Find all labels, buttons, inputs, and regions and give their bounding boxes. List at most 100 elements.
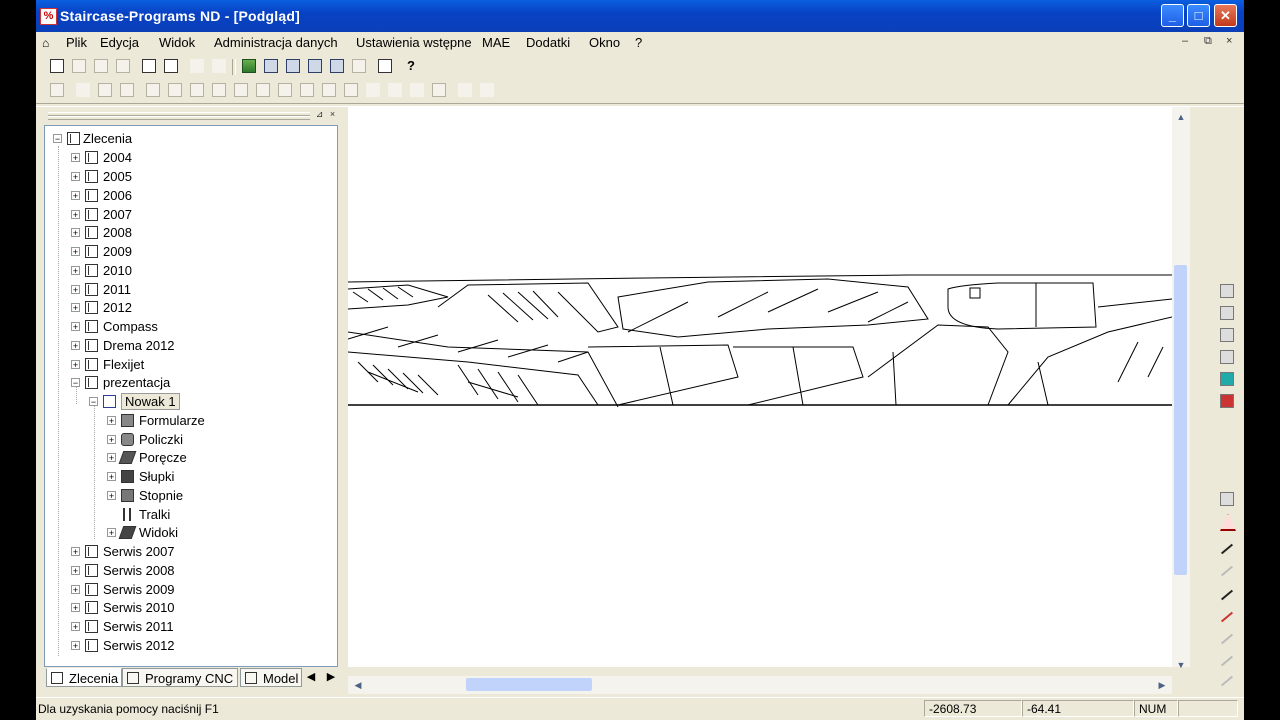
mdi-minimize-button[interactable]: –: [1182, 35, 1188, 47]
text-icon[interactable]: [344, 83, 358, 97]
collapse-toggle[interactable]: −: [53, 134, 62, 144]
tab-programy-cnc[interactable]: Programy CNC: [122, 668, 238, 687]
expand-toggle[interactable]: +: [71, 153, 80, 163]
expand-toggle[interactable]: +: [107, 491, 116, 501]
menu-ustawienia-wstepne[interactable]: Ustawienia wstępne: [356, 35, 472, 50]
maximize-button[interactable]: □: [1187, 4, 1210, 27]
print-icon[interactable]: [142, 59, 156, 73]
tab-model[interactable]: Model: [240, 668, 302, 687]
app-icon[interactable]: %: [40, 8, 57, 25]
close-button[interactable]: ✕: [1214, 4, 1237, 27]
pane-grip[interactable]: [48, 116, 310, 120]
columns-icon[interactable]: [234, 83, 248, 97]
menu-widok[interactable]: Widok: [159, 35, 195, 50]
vline-icon[interactable]: [410, 83, 424, 97]
redo-icon[interactable]: [212, 59, 226, 73]
paste-icon[interactable]: [116, 59, 130, 73]
expand-toggle[interactable]: +: [71, 247, 80, 257]
collapse-toggle[interactable]: −: [89, 397, 98, 407]
next-icon[interactable]: [480, 83, 494, 97]
frame-icon[interactable]: [190, 83, 204, 97]
expand-toggle[interactable]: +: [71, 285, 80, 295]
expand-toggle[interactable]: +: [71, 210, 80, 220]
collapse-toggle[interactable]: −: [71, 378, 80, 388]
expand-toggle[interactable]: +: [107, 528, 116, 538]
refresh-icon[interactable]: [76, 83, 90, 97]
expand-toggle[interactable]: +: [71, 266, 80, 276]
expand-toggle[interactable]: +: [71, 191, 80, 201]
mdi-restore-button[interactable]: ⧉: [1204, 35, 1212, 48]
prev-icon[interactable]: [458, 83, 472, 97]
preview-canvas[interactable]: [347, 107, 1173, 667]
zoom-icon[interactable]: [322, 83, 336, 97]
print-preview-icon[interactable]: [164, 59, 178, 73]
new-icon[interactable]: [50, 59, 64, 73]
expand-toggle[interactable]: +: [71, 360, 80, 370]
layer-icon[interactable]: [1220, 284, 1234, 298]
expand-toggle[interactable]: +: [71, 172, 80, 182]
expand-toggle[interactable]: +: [107, 435, 116, 445]
menu-plik[interactable]: Plik: [66, 35, 87, 50]
color-icon[interactable]: [1220, 372, 1234, 386]
export-icon[interactable]: [1220, 350, 1234, 364]
rectangle-icon[interactable]: [432, 83, 446, 97]
pen-disabled-icon[interactable]: [1220, 655, 1234, 667]
horizontal-scroll-thumb[interactable]: [466, 678, 592, 691]
undo-icon[interactable]: [190, 59, 204, 73]
expand-toggle[interactable]: +: [107, 416, 116, 426]
3d-view-icon[interactable]: [1220, 306, 1234, 320]
copy-view-icon[interactable]: [300, 83, 314, 97]
expand-toggle[interactable]: +: [71, 322, 80, 332]
line-icon[interactable]: [366, 83, 380, 97]
view-front-icon[interactable]: [264, 59, 278, 73]
menu-edycja[interactable]: Edycja: [100, 35, 139, 50]
hline-icon[interactable]: [388, 83, 402, 97]
vertical-scroll-thumb[interactable]: [1174, 265, 1187, 575]
render-icon[interactable]: [1220, 328, 1234, 342]
expand-toggle[interactable]: +: [71, 622, 80, 632]
expand-toggle[interactable]: +: [71, 228, 80, 238]
expand-toggle[interactable]: +: [107, 453, 116, 463]
view-side-icon[interactable]: [286, 59, 300, 73]
delete-red-icon[interactable]: [1220, 394, 1234, 408]
insert-icon[interactable]: [120, 83, 134, 97]
table-icon[interactable]: [212, 83, 226, 97]
scroll-down-icon[interactable]: ▼: [1173, 657, 1189, 673]
measure-icon[interactable]: [278, 83, 292, 97]
expand-toggle[interactable]: +: [71, 585, 80, 595]
delete-icon[interactable]: [98, 83, 112, 97]
expand-toggle[interactable]: +: [71, 341, 80, 351]
expand-toggle[interactable]: +: [71, 547, 80, 557]
vertical-scrollbar[interactable]: ▲ ▼: [1172, 107, 1190, 670]
expand-toggle[interactable]: +: [71, 566, 80, 576]
expand-toggle[interactable]: +: [71, 641, 80, 651]
save-icon[interactable]: [72, 59, 86, 73]
menu-help[interactable]: ?: [635, 35, 642, 50]
view-3d-icon[interactable]: [330, 59, 344, 73]
horizontal-scrollbar[interactable]: ◀ ▶: [348, 676, 1172, 694]
tab-scroll-left-icon[interactable]: ◀: [302, 668, 320, 687]
red-pen-icon[interactable]: [1220, 611, 1234, 623]
scroll-left-icon[interactable]: ◀: [350, 677, 366, 693]
pane-close-icon[interactable]: ×: [327, 109, 338, 120]
layers-icon[interactable]: [168, 83, 182, 97]
pen-disabled-icon[interactable]: [1220, 675, 1234, 687]
help-icon[interactable]: ?: [404, 59, 418, 73]
mdi-document-icon[interactable]: ⌂: [42, 36, 49, 50]
mdi-close-button[interactable]: ×: [1226, 35, 1232, 47]
expand-toggle[interactable]: +: [71, 303, 80, 313]
expand-toggle[interactable]: +: [107, 472, 116, 482]
menu-mae[interactable]: MAE: [482, 35, 510, 50]
grid-icon[interactable]: [146, 83, 160, 97]
triangle-icon[interactable]: [1220, 514, 1236, 531]
tab-scroll-right-icon[interactable]: ▶: [322, 668, 340, 687]
menu-okno[interactable]: Okno: [589, 35, 620, 50]
calculator-icon[interactable]: [378, 59, 392, 73]
draw-line-icon[interactable]: [1220, 543, 1234, 555]
copy-icon[interactable]: [94, 59, 108, 73]
select-icon[interactable]: [1220, 492, 1234, 506]
pen-disabled-icon[interactable]: [1220, 633, 1234, 645]
view-top-icon[interactable]: [308, 59, 322, 73]
menu-administracja-danych[interactable]: Administracja danych: [214, 35, 338, 50]
pane-splitter[interactable]: [342, 107, 347, 691]
